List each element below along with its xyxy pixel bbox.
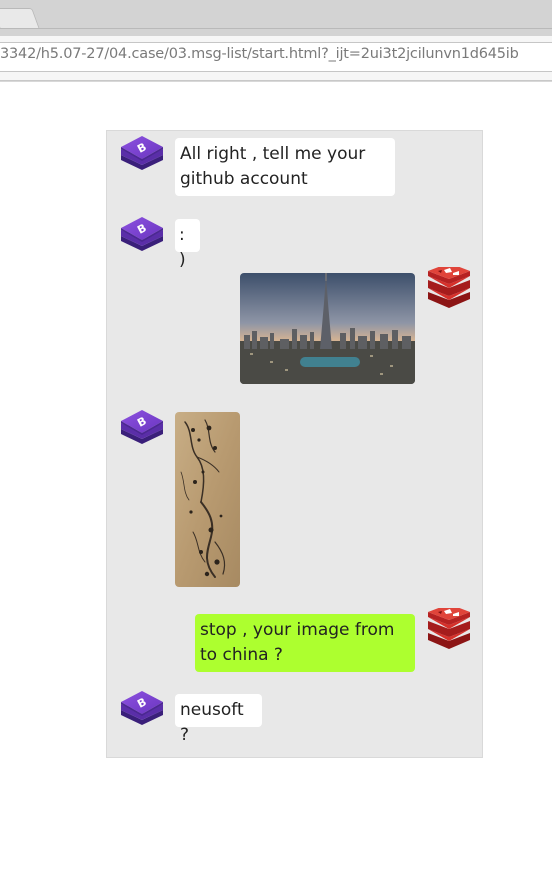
url-text[interactable]: 3342/h5.07-27/04.case/03.msg-list/start.…	[0, 46, 519, 62]
ink-painting-photo[interactable]	[175, 412, 240, 587]
message-list: All right , tell me your github account …	[106, 130, 483, 758]
message-bubble-received: All right , tell me your github account	[175, 138, 395, 196]
tab-divider	[0, 28, 552, 29]
message-bubble-received: neusoft ?	[175, 694, 262, 745]
browser-tab-strip	[0, 0, 552, 36]
message-bubble-received: : )	[175, 219, 200, 270]
city-skyline-photo[interactable]	[240, 273, 415, 384]
bootstrap-logo-icon	[119, 407, 165, 453]
redis-logo-icon	[426, 608, 472, 654]
message-bubble-sent: stop , your image from to china ?	[195, 614, 415, 672]
redis-logo-icon	[426, 267, 472, 313]
chrome-divider	[0, 81, 552, 82]
bootstrap-logo-icon	[119, 688, 165, 734]
bootstrap-logo-icon	[119, 133, 165, 179]
browser-tab[interactable]	[0, 8, 40, 29]
bootstrap-logo-icon	[119, 214, 165, 260]
